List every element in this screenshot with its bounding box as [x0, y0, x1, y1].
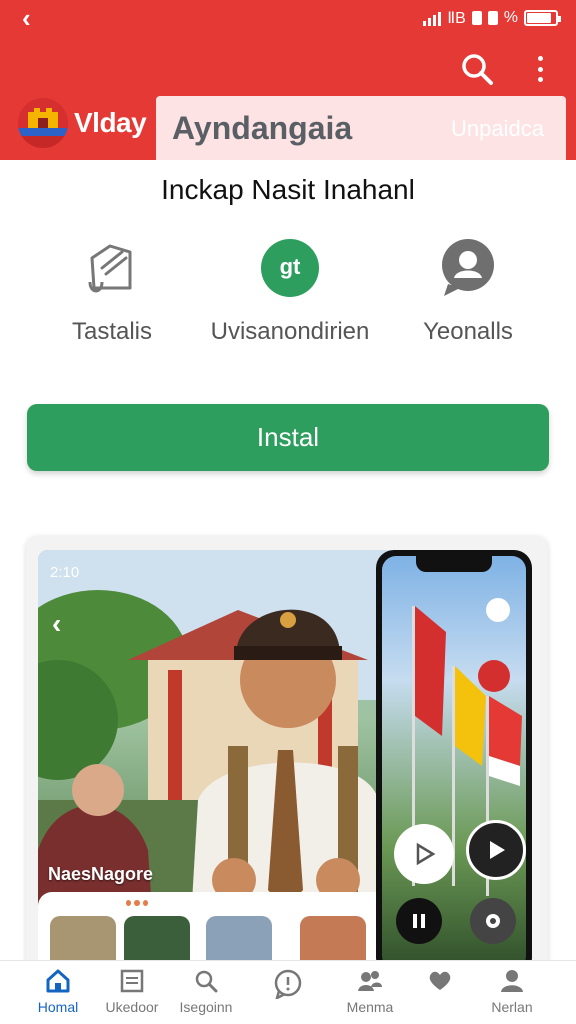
phone-screen [382, 556, 526, 970]
more-options-button[interactable] [528, 52, 552, 86]
nav-label: Ukedoor [105, 999, 159, 1015]
nav-label: Nerlan [491, 999, 533, 1015]
phone-mockup[interactable] [376, 550, 532, 976]
bottom-navigation: Homal Ukedoor Isegoinn Menma Nerlan [0, 960, 576, 1024]
nav-isegoinn[interactable]: Isegoinn [166, 969, 246, 1015]
feature-item-3[interactable]: Yeonalls [378, 238, 558, 346]
brand-logo-icon [18, 98, 68, 148]
install-button[interactable]: Instal [27, 404, 549, 471]
people-icon [357, 969, 383, 993]
battery-percent: % [503, 9, 518, 26]
play-outline-icon [416, 842, 436, 866]
search-icon [462, 54, 493, 85]
app-screen: ‹ ⅡB % Vlday Ayndangaia Unpaidca Inckap … [0, 0, 576, 1024]
feature-label: Yeonalls [423, 318, 513, 345]
replay-button[interactable] [394, 824, 454, 884]
feature-label: Tastalis [71, 318, 153, 345]
sim-icon [471, 11, 482, 25]
app-header: ‹ ⅡB % Vlday Ayndangaia Unpaidca [0, 0, 576, 160]
screenshot-time: 2:10 [50, 564, 80, 581]
nav-label: Isegoinn [179, 999, 233, 1015]
feature-row: Tastalis gt Uvisanondirien Yeonalls [0, 238, 576, 358]
nav-chat[interactable] [248, 969, 328, 1005]
thumbnail-dots [126, 900, 148, 908]
nav-ukedoor[interactable]: Ukedoor [92, 969, 172, 1015]
camera-icon[interactable] [486, 598, 510, 622]
tab-secondary[interactable]: Unpaidca [451, 116, 544, 142]
nav-menma[interactable]: Menma [330, 969, 410, 1015]
battery-icon [524, 10, 561, 26]
record-button[interactable] [470, 898, 516, 944]
play-button[interactable] [466, 820, 526, 880]
feature-label: Uvisanondirien [210, 318, 370, 345]
play-icon [490, 841, 505, 859]
heart-icon [427, 969, 453, 993]
dot-icon [537, 77, 543, 82]
network-text: ⅡB [447, 10, 466, 27]
screenshot-left[interactable]: 2:10 ‹ NaesNagore [38, 550, 398, 970]
nav-label: Menma [346, 999, 394, 1015]
tab-panel: Ayndangaia Unpaidca [156, 96, 566, 160]
home-icon [45, 969, 71, 993]
person-icon [499, 969, 525, 993]
green-badge-icon: gt [260, 238, 320, 298]
page-headline: Inckap Nasit Inahanl [161, 174, 415, 205]
search-icon [193, 969, 219, 993]
chat-bubble-icon [273, 969, 303, 1001]
pause-button[interactable] [396, 898, 442, 944]
badge-text: gt [279, 254, 301, 279]
brand[interactable]: Vlday [18, 98, 147, 148]
back-arrow-icon[interactable]: ‹ [22, 5, 31, 31]
feature-item-1[interactable]: Tastalis [22, 238, 202, 346]
dot-icon [537, 56, 543, 61]
battery-fill [527, 13, 551, 23]
nav-home[interactable]: Homal [18, 969, 98, 1015]
list-icon [119, 969, 145, 993]
dot-icon [537, 66, 543, 72]
search-button[interactable] [460, 52, 494, 86]
preview-card[interactable]: 2:10 ‹ NaesNagore [26, 536, 548, 976]
live-badge-icon[interactable] [478, 660, 510, 692]
thumbnail-strip [38, 892, 398, 970]
chat-user-icon [438, 238, 498, 298]
status-bar: ‹ ⅡB % [0, 0, 576, 36]
signal-icon [423, 10, 442, 26]
pause-icon [413, 914, 425, 928]
brand-name: Vlday [74, 107, 147, 138]
document-edit-icon [82, 238, 142, 298]
tab-active[interactable]: Ayndangaia [172, 110, 352, 147]
sim-icon-2 [487, 11, 498, 25]
screenshot-back-icon: ‹ [52, 608, 62, 639]
nav-label: Homal [37, 999, 79, 1015]
record-icon [486, 914, 500, 928]
screenshot-caption: NaesNagore [48, 864, 154, 884]
status-indicators: ⅡB % [423, 8, 561, 28]
nav-profile[interactable]: Nerlan [472, 969, 552, 1015]
nav-favorites[interactable] [400, 969, 480, 999]
feature-item-2[interactable]: gt Uvisanondirien [200, 238, 380, 346]
